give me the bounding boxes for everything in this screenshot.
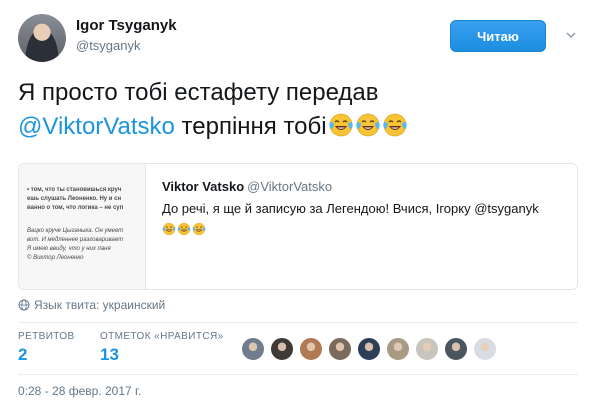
quoted-author-handle[interactable]: @ViktorVatsko (247, 179, 332, 194)
chevron-down-icon[interactable] (566, 30, 576, 40)
retweets-count[interactable]: 2 (18, 345, 75, 365)
image-text-line: Я имею ввиду, что у них паня (27, 246, 111, 252)
tweet-text-rest: терпіння тобі (174, 113, 327, 140)
tears-of-joy-emoji-icon (355, 113, 380, 137)
liker-avatar[interactable] (444, 337, 468, 361)
mention-link[interactable]: @ViktorVatsko (18, 113, 175, 140)
tears-of-joy-emoji-icon (192, 222, 206, 236)
liker-avatar[interactable] (328, 337, 352, 361)
author-avatar[interactable] (18, 14, 66, 62)
image-text-line: • том, что ты становишься круч (27, 187, 122, 193)
language-label: Язык твита: украинский (34, 298, 166, 312)
liker-avatar[interactable] (270, 337, 294, 361)
liker-avatar[interactable] (386, 337, 410, 361)
likes-count[interactable]: 13 (100, 345, 224, 365)
likes-stat[interactable]: ОТМЕТОК «НРАВИТСЯ» 13 (100, 331, 224, 365)
quoted-author-name[interactable]: Viktor Vatsko (162, 179, 244, 194)
tears-of-joy-emoji-icon (162, 222, 176, 236)
quoted-tweet-image[interactable]: • том, что ты становишься круч ешь слуша… (19, 164, 146, 289)
tears-of-joy-emoji-icon (177, 222, 191, 236)
author-name[interactable]: Igor Tsyganyk (76, 17, 177, 34)
quoted-tweet-text: До речі, я ще й записую за Легендою! Вчи… (162, 201, 539, 216)
image-text-line: ешь слушать Леоненко. Ну и сн (27, 196, 122, 202)
retweets-label: РЕТВИТОВ (18, 331, 75, 342)
retweets-stat[interactable]: РЕТВИТОВ 2 (18, 331, 75, 365)
likes-label: ОТМЕТОК «НРАВИТСЯ» (100, 331, 224, 342)
globe-icon (18, 299, 30, 311)
author-handle[interactable]: @tsyganyk (76, 38, 141, 53)
tweet-language: Язык твита: украинский (18, 298, 165, 312)
likers-avatars (241, 337, 502, 361)
liker-avatar[interactable] (473, 337, 497, 361)
liker-avatar[interactable] (357, 337, 381, 361)
image-text-line: Вацко круче Цыганыка. Он умеет (27, 228, 124, 234)
divider (18, 322, 578, 323)
tweet-text: Я просто тобі естафету передав @ViktorVa… (18, 76, 578, 144)
follow-button[interactable]: Читаю (450, 20, 546, 52)
tweet-text-line1: Я просто тобі естафету передав (18, 79, 379, 106)
tweet-emojis (327, 113, 408, 140)
quoted-tweet-emojis (162, 221, 207, 239)
quoted-author[interactable]: Viktor Vatsko @ViktorVatsko (162, 179, 332, 194)
tweet-timestamp: 0:28 - 28 февр. 2017 г. (18, 384, 142, 398)
image-text-line: © Виктор Леоненко (27, 255, 84, 261)
tears-of-joy-emoji-icon (382, 113, 407, 137)
tears-of-joy-emoji-icon (328, 113, 353, 137)
image-text-line: вот. И медленнее разговаривает (27, 237, 124, 243)
quoted-tweet[interactable]: • том, что ты становишься круч ешь слуша… (18, 163, 578, 290)
tweet-text-line2: @ViktorVatsko терпіння тобі (18, 110, 578, 144)
liker-avatar[interactable] (299, 337, 323, 361)
divider (18, 374, 578, 375)
image-text-line: ванно о том, что логика – не суп (27, 205, 124, 211)
liker-avatar[interactable] (415, 337, 439, 361)
liker-avatar[interactable] (241, 337, 265, 361)
